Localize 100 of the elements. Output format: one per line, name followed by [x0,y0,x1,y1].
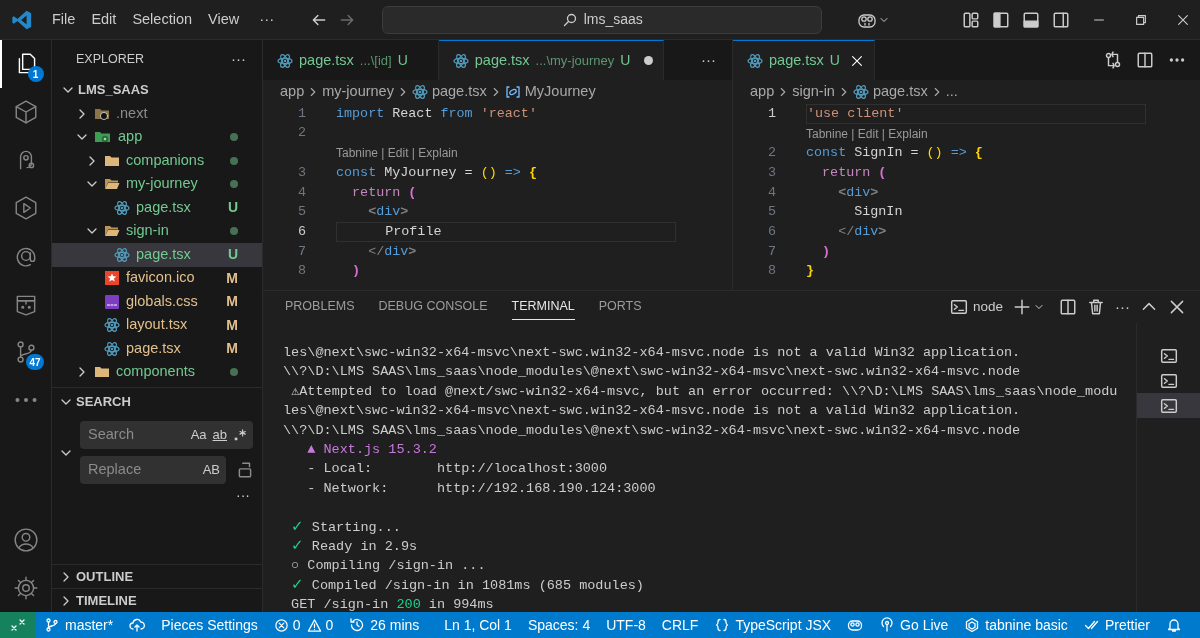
tree-item[interactable]: page.tsx M [52,337,262,361]
status-item[interactable]: Ln 1, Col 1 [436,612,520,638]
toggle-panel-icon[interactable] [1022,10,1040,29]
split-terminal-icon[interactable] [1059,298,1077,316]
line-number: 5 [766,203,776,222]
code-line: return ( [351,183,418,202]
status-item[interactable]: Go Live [871,612,957,638]
panel-tab[interactable]: PORTS [598,294,642,320]
react-file-icon [104,340,120,357]
folder-header[interactable]: LMS_SAAS [78,80,149,100]
react-file-icon [277,52,293,69]
more-actions-button[interactable]: ··· [231,47,246,71]
code-line: <div> [367,203,410,222]
status-item[interactable]: Spaces: 4 [519,612,599,638]
breadcrumb[interactable]: ... [945,80,958,103]
command-center-search[interactable]: lms_saas [382,5,823,34]
split-editor-icon[interactable] [1136,51,1154,69]
status-item[interactable]: master* [36,612,122,638]
restore-icon[interactable] [1134,12,1148,27]
tree-item[interactable]: page.tsx U [52,196,262,220]
git-status-letter: U [397,51,408,70]
codelens-text[interactable]: Tabnine | Edit | Explain [336,144,458,163]
breadcrumb[interactable]: app [750,80,775,103]
panel-tab[interactable]: PROBLEMS [285,294,355,320]
tab-description: ...\[id] [359,51,392,70]
tree-item[interactable]: app [52,125,262,149]
status-item[interactable]: Pieces Settings [153,612,266,638]
tree-item[interactable]: layout.tsx M [52,313,262,337]
more-options-button[interactable]: ··· [236,485,250,506]
terminal-icon [949,298,968,316]
terminal-line: ○ Compiling /sign-in ... [290,557,487,576]
problems-status[interactable]: 0 0 [265,612,342,638]
breadcrumb[interactable]: my-journey [322,80,394,103]
compare-changes-icon[interactable] [1104,51,1122,69]
menu-item[interactable]: View [200,5,248,34]
menu-item[interactable]: File [44,5,84,34]
tree-item[interactable]: companions [52,149,262,173]
breadcrumb[interactable]: app [280,80,305,103]
preserve-case-toggle[interactable]: AB [202,460,220,480]
tree-item[interactable]: my-journey [52,172,262,196]
breadcrumb[interactable]: page.tsx [411,80,487,103]
status-item[interactable]: CRLF [653,612,707,638]
code-line: </div> [837,222,888,241]
menu-item[interactable]: Edit [83,5,125,34]
panel-tab[interactable]: TERMINAL [511,294,575,320]
menu-item[interactable]: Selection [124,5,201,34]
whole-word-toggle[interactable]: ab [212,425,227,445]
tree-item[interactable]: page.tsx U [52,243,262,267]
line-number: 2 [766,144,776,163]
section-header[interactable]: OUTLINE [76,566,134,587]
trash-icon[interactable] [1087,298,1105,316]
replace-all-icon[interactable] [236,461,254,479]
css-file-icon [104,293,120,310]
toggle-secondary-sidebar-icon[interactable] [1052,10,1070,29]
line-number: 1 [296,104,306,123]
terminal-line: - Network: http://192.168.190.124:3000 [306,479,657,498]
breadcrumb[interactable]: page.tsx [852,80,928,103]
search-field[interactable]: Search Aa ab [80,421,253,449]
terminal-selector[interactable]: node [949,296,1003,318]
status-item[interactable]: Prettier [1075,612,1158,638]
regex-icon[interactable] [233,428,247,442]
breadcrumb[interactable]: sign-in [792,80,835,103]
terminal-line: ⚠Attempted to load @next/swc-win32-x64-msvc, but an error occurred: \\?\D:\LMS SAAS\lms_saas\node_modu [290,382,1119,401]
close-icon[interactable] [1168,298,1186,316]
close-icon[interactable] [1176,12,1190,27]
layout-icon[interactable] [962,10,980,29]
plus-icon[interactable] [1013,298,1031,316]
match-case-toggle[interactable]: Aa [190,425,207,445]
status-item[interactable]: tabnine basic [956,612,1076,638]
terminal-line: ▲ Next.js 15.3.2 [306,440,438,459]
panel-tab[interactable]: DEBUG CONSOLE [378,294,488,320]
status-item[interactable]: TypeScript JSX [706,612,840,638]
more-actions-button[interactable]: ··· [1115,295,1130,319]
status-item[interactable]: UTF-8 [598,612,654,638]
tree-item[interactable]: .next [52,102,262,126]
editor-tab[interactable]: page.tsx U [733,40,875,80]
tree-item[interactable]: components [52,360,262,384]
replace-field[interactable]: Replace AB [80,456,226,484]
activity-bar-item[interactable]: 47 [0,328,52,376]
terminal-list-item[interactable] [1137,393,1200,418]
editor-tab[interactable]: page.tsx ...\my-journey U [438,40,665,80]
tree-item[interactable]: sign-in [52,219,262,243]
status-item[interactable]: 26 mins [341,612,428,638]
more-actions-button[interactable]: ··· [701,40,716,80]
breadcrumb[interactable]: MyJourney [504,80,596,103]
count-badge: 47 [26,354,44,370]
section-header[interactable]: SEARCH [76,392,131,412]
tree-item[interactable]: favicon.ico M [52,266,262,290]
git-status-letter: U [227,245,238,265]
tree-item[interactable]: globals.css M [52,290,262,314]
git-status-letter: U [829,51,840,70]
section-header[interactable]: TIMELINE [76,590,137,611]
toggle-sidebar-icon[interactable] [992,10,1010,29]
search-icon [561,11,578,28]
close-icon[interactable] [849,53,864,68]
react-file-icon [747,52,763,69]
section-title: EXPLORER [76,50,145,68]
react-file-icon [114,199,130,216]
more-menu-button[interactable]: ··· [253,8,281,31]
codelens-text[interactable]: Tabnine | Edit | Explain [806,124,928,143]
